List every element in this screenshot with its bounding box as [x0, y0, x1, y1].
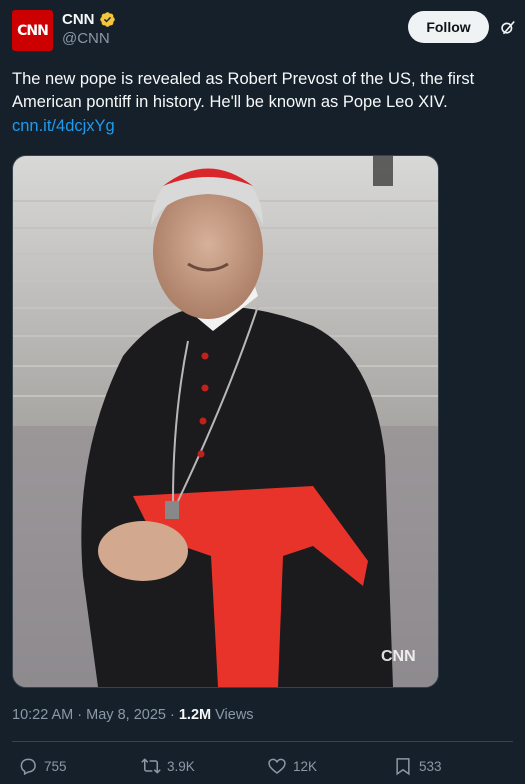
- like-count: 12K: [293, 758, 318, 774]
- repost-icon: [141, 758, 161, 774]
- photo-watermark: CNN: [381, 648, 416, 665]
- reply-icon: [20, 758, 36, 776]
- follow-button[interactable]: Follow: [408, 11, 489, 43]
- action-bar: 755 3.9K 12K 533: [18, 756, 498, 780]
- author-name-row: CNN: [62, 11, 116, 28]
- bookmark-count: 533: [419, 758, 442, 774]
- tweet-link[interactable]: cnn.it/4dcjxYg: [12, 115, 518, 138]
- tweet-text: The new pope is revealed as Robert Prevo…: [12, 70, 475, 111]
- views-label: Views: [211, 707, 254, 723]
- reply-count: 755: [44, 758, 67, 774]
- tweet-time[interactable]: 10:22 AM: [12, 707, 73, 723]
- bookmark-icon: [396, 758, 410, 776]
- author-name[interactable]: CNN: [62, 11, 95, 28]
- meta-separator: ·: [73, 707, 87, 723]
- views-count: 1.2M: [178, 707, 212, 723]
- grok-icon[interactable]: [498, 19, 516, 37]
- verified-badge-icon: [99, 12, 115, 27]
- like-button[interactable]: 12K: [267, 756, 317, 776]
- bookmark-button[interactable]: 533: [393, 756, 442, 776]
- avatar[interactable]: CNN: [12, 10, 53, 51]
- tweet-photo[interactable]: CNN: [12, 155, 439, 688]
- divider: [12, 741, 513, 742]
- repost-button[interactable]: 3.9K: [141, 756, 195, 776]
- author-handle[interactable]: @CNN: [62, 30, 116, 47]
- tweet-date[interactable]: May 8, 2025: [86, 707, 166, 723]
- reply-button[interactable]: 755: [18, 756, 67, 776]
- photo-cardinal: CNN: [13, 156, 438, 687]
- tweet-meta: 10:22 AM · May 8, 2025 · 1.2M Views: [12, 707, 254, 723]
- heart-icon: [268, 758, 286, 775]
- tweet-body: The new pope is revealed as Robert Prevo…: [12, 68, 518, 138]
- tweet-header: CNN CNN @CNN Follow: [12, 10, 516, 54]
- meta-separator: ·: [165, 707, 179, 723]
- repost-count: 3.9K: [167, 758, 195, 774]
- author-block: CNN @CNN: [62, 11, 116, 47]
